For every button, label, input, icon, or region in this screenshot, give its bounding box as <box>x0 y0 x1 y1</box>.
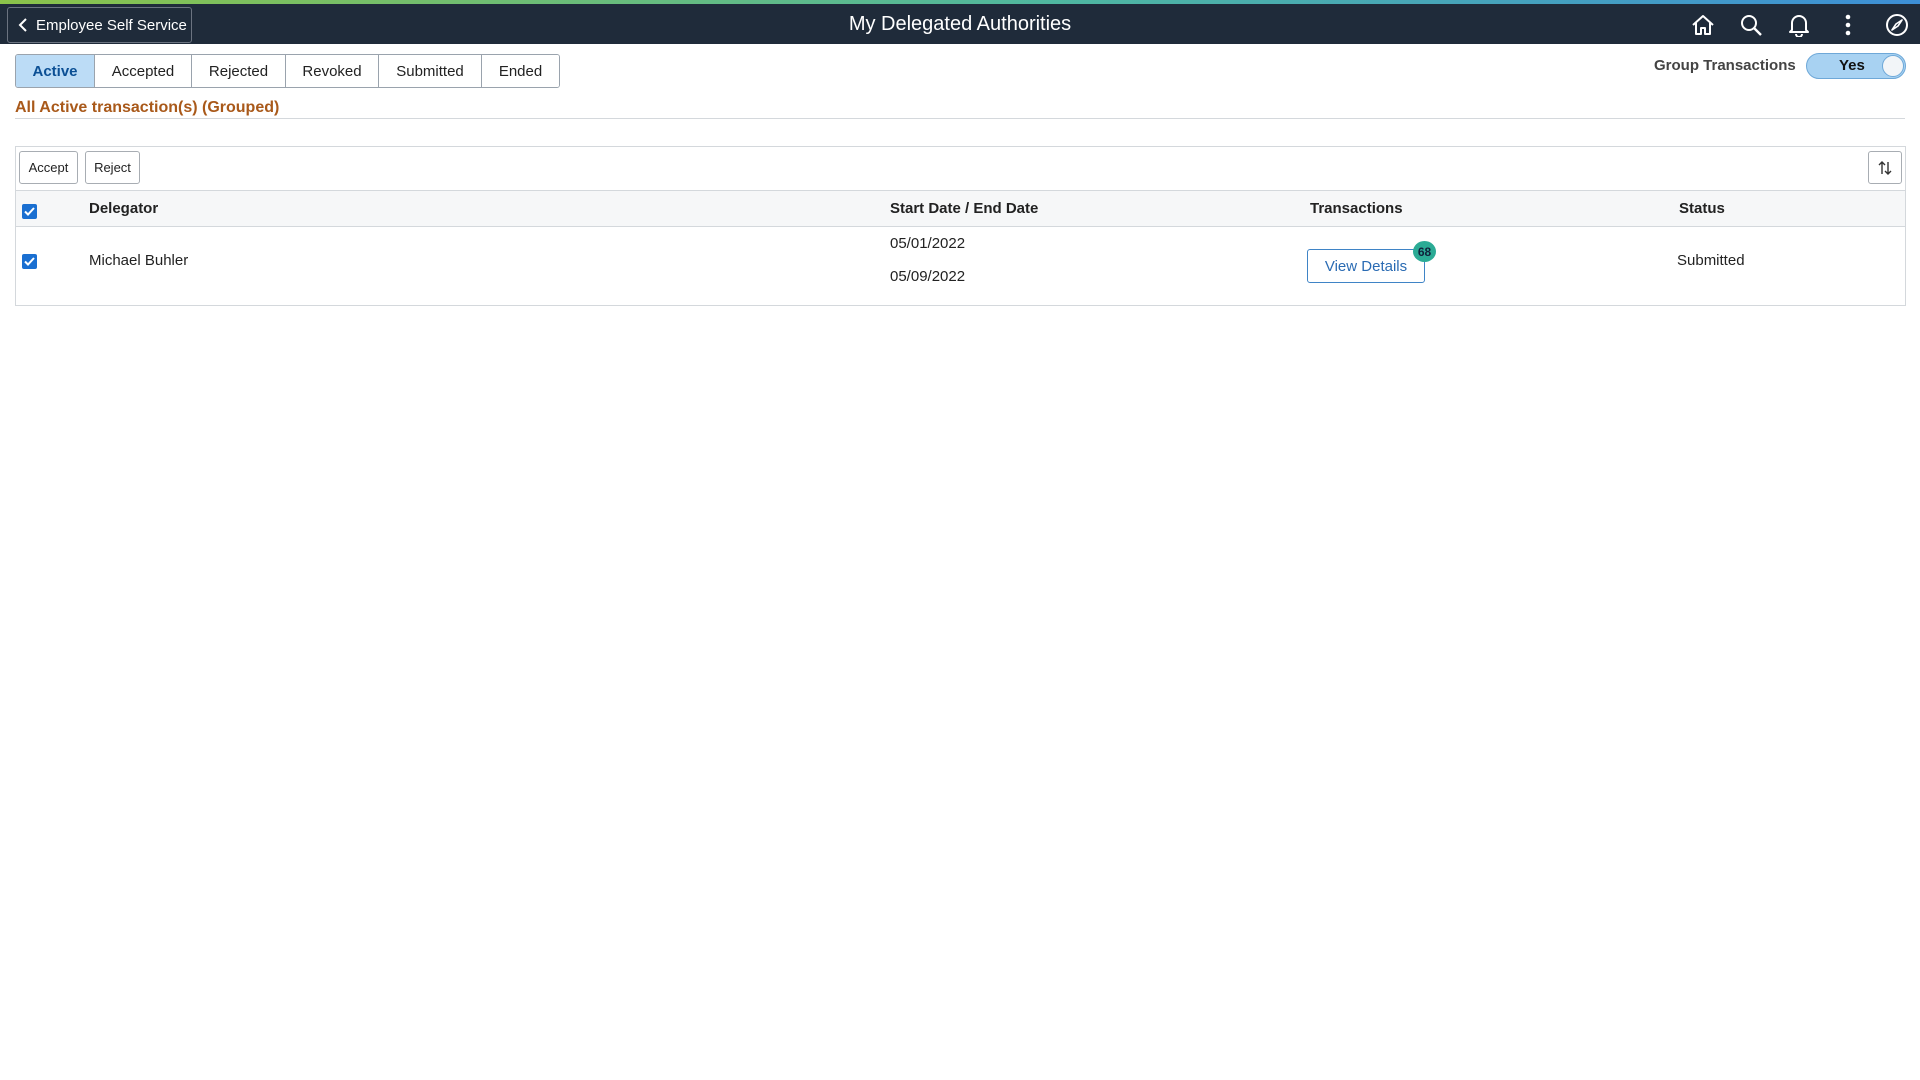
tab-rejected[interactable]: Rejected <box>192 55 286 87</box>
app-header: Employee Self Service My Delegated Autho… <box>0 4 1920 44</box>
back-button-label: Employee Self Service <box>36 16 187 34</box>
row-checkbox[interactable] <box>22 254 37 269</box>
column-header-transactions[interactable]: Transactions <box>1310 200 1403 217</box>
status-tabs: Active Accepted Rejected Revoked Submitt… <box>15 54 560 88</box>
tab-ended[interactable]: Ended <box>482 55 559 87</box>
status-value: Submitted <box>1677 252 1745 269</box>
group-transactions-toggle[interactable]: Yes <box>1806 53 1906 79</box>
tab-accepted[interactable]: Accepted <box>95 55 192 87</box>
toggle-value: Yes <box>1839 57 1865 74</box>
column-header-delegator[interactable]: Delegator <box>89 200 158 217</box>
page-title: My Delegated Authorities <box>848 13 1072 35</box>
checkmark-icon <box>24 207 35 216</box>
reject-button[interactable]: Reject <box>85 151 140 184</box>
chevron-left-icon <box>18 18 27 32</box>
tab-revoked[interactable]: Revoked <box>286 55 379 87</box>
sort-icon <box>1878 160 1892 175</box>
transactions-count-badge: 68 <box>1413 241 1436 262</box>
column-header-status[interactable]: Status <box>1679 200 1725 217</box>
back-button[interactable]: Employee Self Service <box>7 7 192 43</box>
checkmark-icon <box>24 257 35 266</box>
tab-active[interactable]: Active <box>16 55 95 87</box>
navbar-compass-icon[interactable] <box>1883 11 1911 39</box>
section-divider <box>15 118 1905 119</box>
sort-button[interactable] <box>1868 151 1902 184</box>
group-transactions-label: Group Transactions <box>1654 57 1796 74</box>
select-all-checkbox[interactable] <box>22 204 37 219</box>
end-date: 05/09/2022 <box>890 268 966 285</box>
more-vertical-icon[interactable] <box>1834 11 1862 39</box>
transactions-grid: Accept Reject Delegator Start Date / End… <box>15 146 1906 306</box>
start-date: 05/01/2022 <box>890 235 966 252</box>
toggle-knob <box>1882 55 1904 77</box>
column-header-dates[interactable]: Start Date / End Date <box>890 200 1038 217</box>
grid-header-row: Delegator Start Date / End Date Transact… <box>16 190 1905 227</box>
view-details-button[interactable]: View Details <box>1307 249 1425 283</box>
bell-icon[interactable] <box>1785 11 1813 39</box>
section-title: All Active transaction(s) (Grouped) <box>15 99 280 116</box>
search-icon[interactable] <box>1737 11 1765 39</box>
home-icon[interactable] <box>1689 11 1717 39</box>
accept-button[interactable]: Accept <box>19 151 78 184</box>
tab-submitted[interactable]: Submitted <box>379 55 482 87</box>
delegator-name: Michael Buhler <box>89 252 189 269</box>
